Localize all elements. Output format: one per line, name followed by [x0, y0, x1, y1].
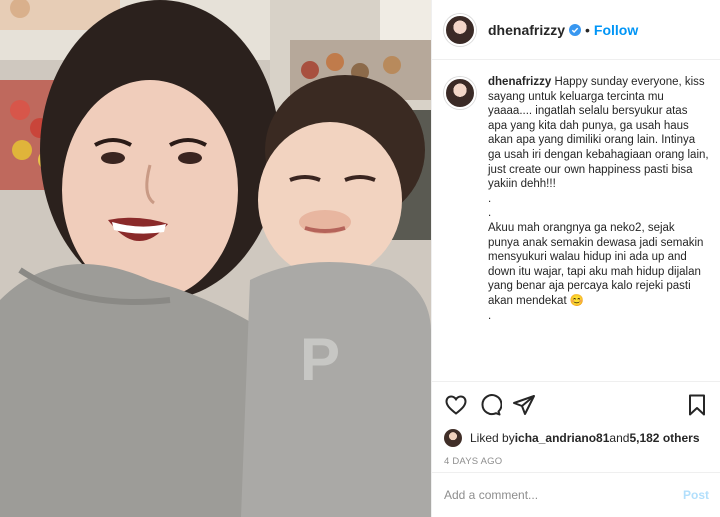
post-timestamp[interactable]: 4 DAYS AGO	[444, 456, 709, 467]
verified-badge-icon	[569, 23, 582, 36]
post-photo[interactable]: P	[0, 0, 431, 517]
bookmark-icon[interactable]	[685, 393, 709, 417]
caption-text: dhenafrizzy Happy sunday everyone, kiss …	[488, 75, 709, 381]
liker-avatar[interactable]	[444, 429, 462, 447]
caption-author-avatar[interactable]	[444, 77, 476, 109]
liker-username[interactable]: icha_andriano81	[515, 431, 610, 445]
likes-prefix: Liked by	[470, 431, 515, 445]
likes-summary: Liked by icha_andriano81 and 5,182 other…	[444, 428, 709, 448]
follow-separator: •	[585, 21, 590, 38]
author-username[interactable]: dhenafrizzy	[488, 22, 565, 38]
post-actions: Liked by icha_andriano81 and 5,182 other…	[432, 381, 720, 467]
author-avatar[interactable]	[444, 13, 476, 46]
svg-text:P: P	[300, 326, 340, 393]
caption-username[interactable]: dhenafrizzy	[488, 76, 551, 88]
likes-middle: and	[609, 431, 630, 445]
share-icon[interactable]	[512, 393, 536, 417]
photo-illustration: P	[0, 0, 431, 517]
caption-section: dhenafrizzy Happy sunday everyone, kiss …	[432, 61, 720, 381]
post-sidebar: dhenafrizzy • Follow dhenafrizzy Happy s…	[431, 0, 720, 517]
heart-icon[interactable]	[444, 393, 468, 417]
caption-body: Happy sunday everyone, kiss sayang untuk…	[488, 76, 709, 322]
action-icon-row	[444, 382, 709, 428]
comment-icon[interactable]	[478, 393, 502, 417]
post-header: dhenafrizzy • Follow	[432, 0, 720, 60]
comment-input[interactable]	[444, 488, 683, 502]
likes-count[interactable]: 5,182 others	[629, 431, 699, 445]
post-comment-button[interactable]: Post	[683, 488, 709, 502]
comment-bar: Post	[432, 472, 720, 517]
follow-button[interactable]: Follow	[594, 22, 638, 38]
